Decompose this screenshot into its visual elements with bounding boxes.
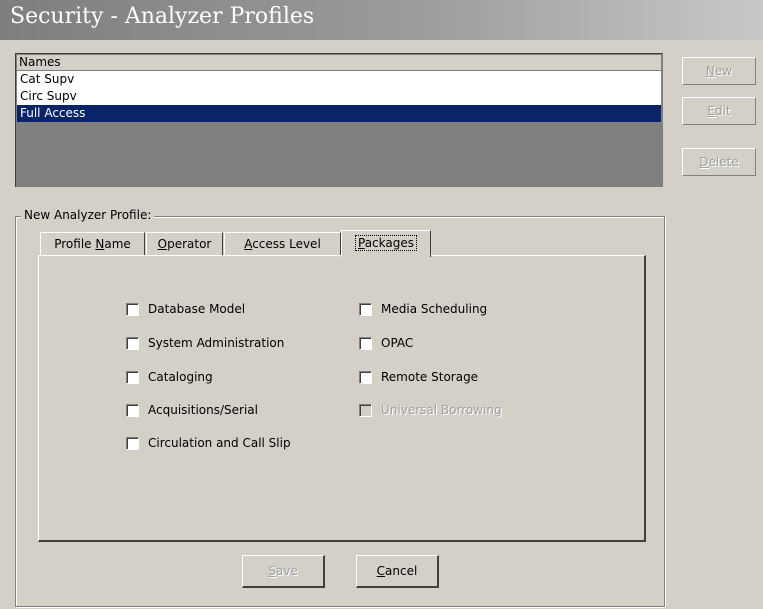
tab-operator[interactable]: Operator (146, 232, 223, 255)
list-item-full-access[interactable]: Full Access (17, 105, 661, 122)
database-model-box[interactable] (126, 302, 139, 316)
cancel-label-rest: ancel (385, 564, 418, 578)
opac-box[interactable] (359, 336, 372, 350)
tab-operator-mnemonic: O (157, 237, 168, 251)
media-scheduling-box[interactable] (359, 302, 372, 316)
cancel-mnemonic: C (376, 564, 386, 578)
names-list[interactable]: Names Cat Supv Circ Supv Full Access (15, 53, 663, 187)
delete-label-rest: elete (708, 155, 739, 169)
packages-panel (38, 255, 646, 542)
acquisitions-serial-checkbox[interactable]: Acquisitions/Serial (126, 403, 258, 417)
acquisitions-serial-box[interactable] (126, 403, 139, 417)
remote-storage-label: Remote Storage (381, 370, 479, 384)
opac-checkbox[interactable]: OPAC (359, 336, 413, 350)
new-label-rest: ew (714, 64, 733, 78)
universal-borrowing-box[interactable] (359, 403, 372, 417)
system-administration-label: System Administration (148, 336, 285, 350)
remote-storage-checkbox[interactable]: Remote Storage (359, 370, 478, 384)
tab-profile-name[interactable]: Profile Name (40, 232, 145, 255)
circulation-call-slip-label: Circulation and Call Slip (148, 436, 291, 450)
tab-profile-name-pre: Profile (54, 237, 96, 251)
circulation-call-slip-checkbox[interactable]: Circulation and Call Slip (126, 436, 291, 450)
tab-packages-post: ackages (364, 236, 414, 250)
database-model-label: Database Model (148, 302, 246, 316)
system-administration-box[interactable] (126, 336, 139, 350)
edit-label-rest: dit (714, 104, 731, 118)
save-button[interactable]: Save (242, 555, 325, 588)
tab-operator-post: perator (167, 237, 212, 251)
save-label-rest: ave (275, 564, 298, 578)
tab-profile-name-post: ame (104, 237, 131, 251)
tab-packages-mnemonic: P (358, 236, 365, 250)
universal-borrowing-label: Universal Borrowing (381, 403, 502, 417)
tab-packages-focus: Packages (355, 235, 417, 251)
tab-access-level[interactable]: Access Level (224, 232, 341, 255)
window-title: Security - Analyzer Profiles (10, 4, 315, 29)
circulation-call-slip-box[interactable] (126, 436, 139, 450)
list-item-circ-supv[interactable]: Circ Supv (17, 88, 661, 105)
delete-mnemonic: D (699, 155, 709, 169)
media-scheduling-checkbox[interactable]: Media Scheduling (359, 302, 487, 316)
new-mnemonic: N (705, 64, 715, 78)
remote-storage-box[interactable] (359, 370, 372, 384)
list-item-cat-supv[interactable]: Cat Supv (17, 71, 661, 88)
system-administration-checkbox[interactable]: System Administration (126, 336, 284, 350)
title-bar: Security - Analyzer Profiles (0, 0, 763, 40)
cataloging-box[interactable] (126, 370, 139, 384)
tab-access-level-mnemonic: A (244, 237, 253, 251)
tab-access-level-post: ccess Level (252, 237, 321, 251)
new-button[interactable]: New (682, 57, 756, 85)
delete-button[interactable]: Delete (682, 148, 756, 176)
names-column-header[interactable]: Names (17, 55, 661, 71)
media-scheduling-label: Media Scheduling (381, 302, 488, 316)
universal-borrowing-checkbox[interactable]: Universal Borrowing (359, 403, 502, 417)
cataloging-label: Cataloging (148, 370, 213, 384)
tab-packages[interactable]: Packages (341, 230, 431, 257)
cancel-button[interactable]: Cancel (356, 555, 439, 588)
save-mnemonic: S (268, 564, 276, 578)
database-model-checkbox[interactable]: Database Model (126, 302, 245, 316)
tab-profile-name-mnemonic: N (95, 237, 105, 251)
edit-mnemonic: E (707, 104, 715, 118)
cataloging-checkbox[interactable]: Cataloging (126, 370, 213, 384)
opac-label: OPAC (381, 336, 414, 350)
acquisitions-serial-label: Acquisitions/Serial (148, 403, 258, 417)
new-profile-group-label: New Analyzer Profile: (21, 208, 155, 222)
edit-button[interactable]: Edit (682, 97, 756, 125)
